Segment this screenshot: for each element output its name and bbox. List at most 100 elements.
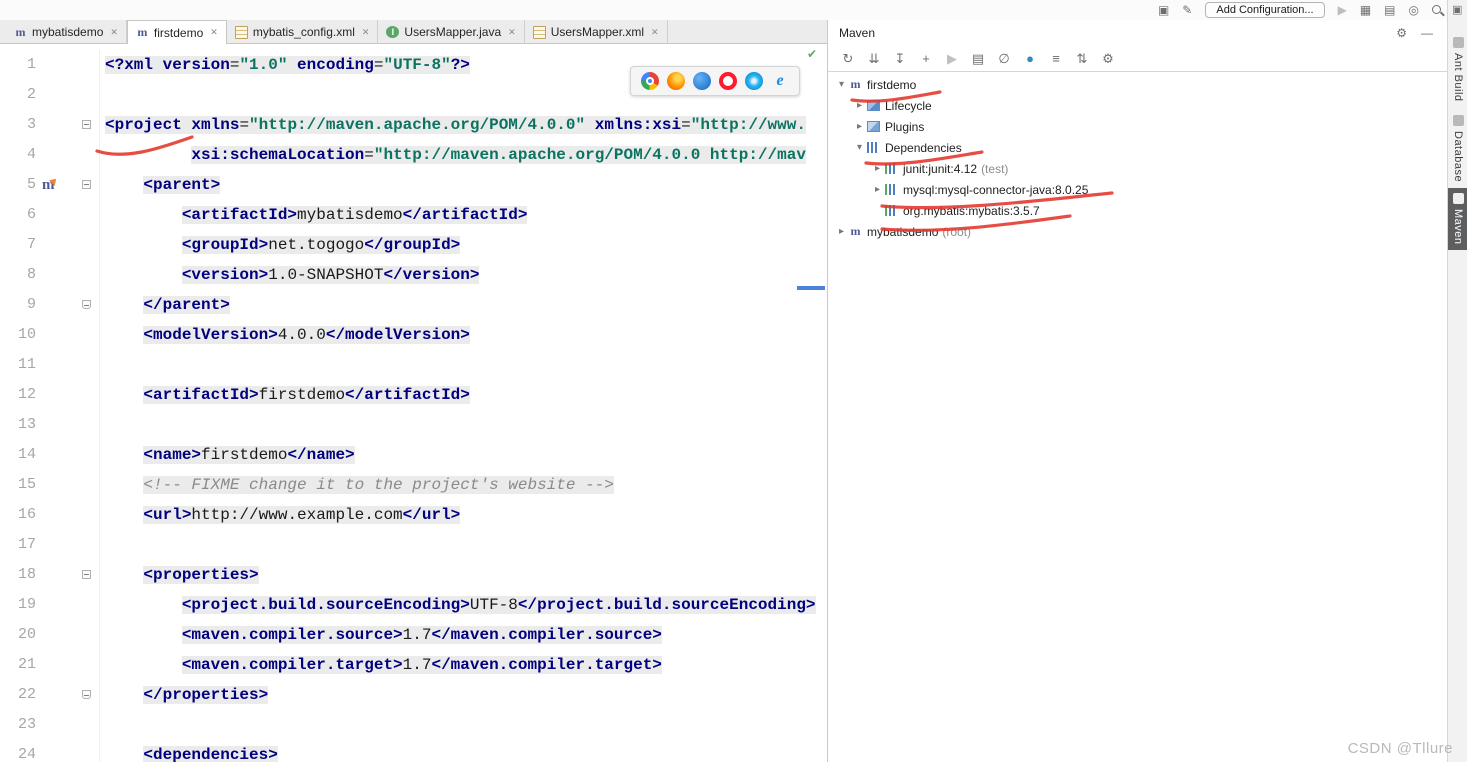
code-line-17[interactable]: 17: [0, 530, 827, 560]
code-line-23[interactable]: 23: [0, 710, 827, 740]
code-line-11[interactable]: 11: [0, 350, 827, 380]
search-icon[interactable]: [1432, 5, 1441, 14]
tree-right-arrow-icon[interactable]: ▸: [870, 184, 885, 195]
add-maven-project-icon[interactable]: +: [918, 51, 934, 66]
code-line-10[interactable]: 10 <modelVersion>4.0.0</modelVersion>: [0, 320, 827, 350]
editor-tab-mybatisdemo[interactable]: mybatisdemo ✕: [6, 20, 127, 44]
maven-tree-item-mysql:mysql-connector-java:8.0.25[interactable]: ▸ mysql:mysql-connector-java:8.0.25: [828, 179, 1447, 200]
close-tab-icon[interactable]: ✕: [210, 27, 218, 38]
fold-marker[interactable]: [82, 120, 91, 129]
edit-configurations-icon[interactable]: ✎: [1182, 2, 1192, 18]
generate-sources-icon[interactable]: ⇊: [866, 51, 882, 67]
maven-tree-item-Lifecycle[interactable]: ▸ Lifecycle: [828, 95, 1447, 116]
code-line-15[interactable]: 15 <!-- FIXME change it to the project's…: [0, 470, 827, 500]
code-line-8[interactable]: 8 <version>1.0-SNAPSHOT</version>: [0, 260, 827, 290]
gear-icon[interactable]: ⚙: [1396, 26, 1407, 40]
code-editor[interactable]: 1 <?xml version="1.0" encoding="UTF-8"?> 2…: [0, 44, 827, 762]
tree-right-arrow-icon[interactable]: ▸: [834, 226, 849, 237]
code-line-3[interactable]: 3 <project xmlns="http://maven.apache.org…: [0, 110, 827, 140]
tree-right-arrow-icon[interactable]: ▸: [870, 163, 885, 174]
fold-marker[interactable]: [82, 300, 91, 309]
tree-down-arrow-icon[interactable]: ▾: [852, 142, 867, 153]
ie-browser-icon[interactable]: [771, 72, 789, 90]
code-line-16[interactable]: 16 <url>http://www.example.com</url>: [0, 500, 827, 530]
editor-tab-UsersMapper.java[interactable]: UsersMapper.java ✕: [378, 20, 525, 44]
code-line-12[interactable]: 12 <artifactId>firstdemo</artifactId>: [0, 380, 827, 410]
code-text: <maven.compiler.target>1.7</maven.compil…: [100, 650, 827, 680]
toggle-skip-tests-icon[interactable]: ∅: [996, 51, 1012, 67]
maven-tree-item-mybatisdemo[interactable]: ▸ mybatisdemo(root): [828, 221, 1447, 242]
code-line-6[interactable]: 6 <artifactId>mybatisdemo</artifactId>: [0, 200, 827, 230]
editor-tab-firstdemo[interactable]: firstdemo ✕: [126, 20, 227, 44]
stripe-item-database[interactable]: Database: [1448, 110, 1467, 187]
gutter: 5m: [0, 170, 100, 200]
maven-tree-item-junit:junit:4.12[interactable]: ▸ junit:junit:4.12 (test): [828, 158, 1447, 179]
token-tag: </maven.compiler.target>: [431, 656, 662, 674]
fold-marker[interactable]: [82, 180, 91, 189]
token-tag: </parent>: [143, 296, 230, 314]
download-sources-icon[interactable]: ↧: [892, 51, 908, 67]
edge-browser-icon[interactable]: [693, 72, 711, 90]
maven-tree-item-firstdemo[interactable]: ▾ firstdemo: [828, 74, 1447, 95]
tree-down-arrow-icon[interactable]: ▾: [834, 79, 849, 90]
line-number: 19: [17, 596, 36, 613]
close-tab-icon[interactable]: ✕: [110, 27, 118, 38]
editor-pane: mybatisdemo✕firstdemo✕mybatis_config.xml…: [0, 20, 827, 762]
close-tab-icon[interactable]: ✕: [508, 27, 516, 38]
hide-icon[interactable]: —: [1421, 26, 1433, 40]
close-tab-icon[interactable]: ✕: [362, 27, 370, 38]
profiler-icon[interactable]: ▤: [1384, 2, 1395, 18]
inspections-ok-icon[interactable]: ✔: [807, 47, 817, 61]
code-line-5[interactable]: 5m <parent>: [0, 170, 827, 200]
token-tag: <version>: [181, 266, 269, 284]
coverage-icon[interactable]: ▦: [1360, 2, 1371, 18]
gutter: 3: [0, 110, 100, 140]
code-line-20[interactable]: 20 <maven.compiler.source>1.7</maven.com…: [0, 620, 827, 650]
safari-browser-icon[interactable]: [745, 72, 763, 90]
code-line-13[interactable]: 13: [0, 410, 827, 440]
code-line-4[interactable]: 4 xsi:schemaLocation="http://maven.apach…: [0, 140, 827, 170]
code-chunk: <version>1.0-SNAPSHOT</version>: [181, 266, 480, 284]
add-configuration-button[interactable]: Add Configuration...: [1205, 1, 1325, 18]
fold-marker[interactable]: [82, 570, 91, 579]
restore-windows-icon[interactable]: ▣: [1158, 2, 1169, 18]
refresh-icon[interactable]: ↻: [840, 51, 856, 67]
maven-tree-item-Dependencies[interactable]: ▾ Dependencies: [828, 137, 1447, 158]
expand-collapse-icon[interactable]: ⇅: [1074, 51, 1090, 67]
settings-icon[interactable]: ⚙: [1100, 51, 1116, 67]
run-configuration-icon[interactable]: ▤: [970, 51, 986, 67]
toggle-offline-icon[interactable]: ●: [1022, 51, 1038, 66]
run-icon[interactable]: ▶: [1338, 2, 1347, 18]
maven-run-gutter-icon[interactable]: m: [42, 170, 59, 200]
stripe-item-ant-build[interactable]: Ant Build: [1448, 32, 1467, 107]
maven-tree-item-org.mybatis:mybatis:3.5.7[interactable]: org.mybatis:mybatis:3.5.7: [828, 200, 1447, 221]
opera-browser-icon[interactable]: [719, 72, 737, 90]
show-profiles-icon[interactable]: ≡: [1048, 51, 1064, 66]
fold-marker[interactable]: [82, 690, 91, 699]
code-line-14[interactable]: 14 <name>firstdemo</name>: [0, 440, 827, 470]
code-line-7[interactable]: 7 <groupId>net.togogo</groupId>: [0, 230, 827, 260]
editor-tab-mybatis_config.xml[interactable]: mybatis_config.xml ✕: [227, 20, 379, 44]
tree-right-arrow-icon[interactable]: ▸: [852, 100, 867, 111]
code-line-22[interactable]: 22 </properties>: [0, 680, 827, 710]
code-line-9[interactable]: 9 </parent>: [0, 290, 827, 320]
token-val: "http://www.: [690, 116, 806, 134]
stripe-item-maven[interactable]: Maven: [1448, 188, 1467, 250]
firefox-browser-icon[interactable]: [667, 72, 685, 90]
chrome-browser-icon[interactable]: [641, 72, 659, 90]
record-icon[interactable]: ◎: [1409, 2, 1419, 18]
code-line-21[interactable]: 21 <maven.compiler.target>1.7</maven.com…: [0, 650, 827, 680]
token-val: "http://maven.apache.org/POM/4.0.0": [249, 116, 586, 134]
code-line-24[interactable]: 24 <dependencies>: [0, 740, 827, 762]
tree-right-arrow-icon[interactable]: ▸: [852, 121, 867, 132]
maven-tree-item-Plugins[interactable]: ▸ Plugins: [828, 116, 1447, 137]
code-line-19[interactable]: 19 <project.build.sourceEncoding>UTF-8</…: [0, 590, 827, 620]
maven-module-icon: [14, 26, 27, 39]
code-line-18[interactable]: 18 <properties>: [0, 560, 827, 590]
tool-windows-layout-icon[interactable]: ▣: [1452, 3, 1462, 16]
execute-goal-icon[interactable]: ▶: [944, 51, 960, 67]
editor-tab-UsersMapper.xml[interactable]: UsersMapper.xml ✕: [525, 20, 668, 44]
close-tab-icon[interactable]: ✕: [651, 27, 659, 38]
